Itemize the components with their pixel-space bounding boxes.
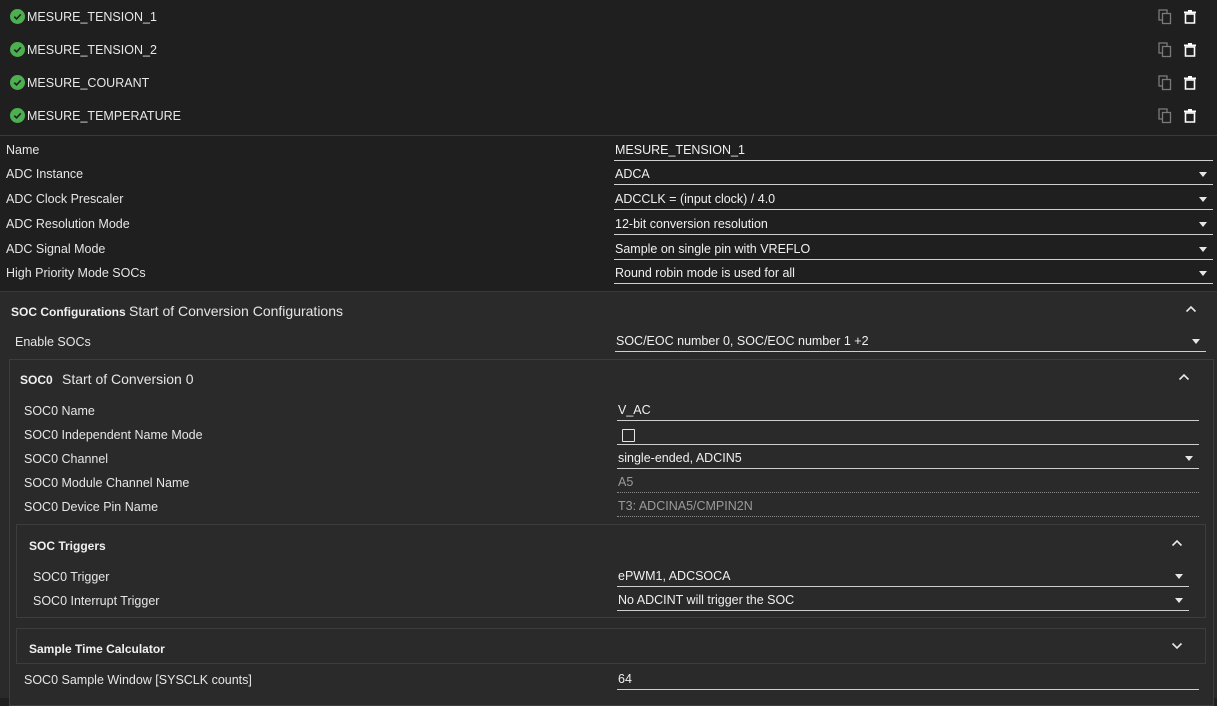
soc0-pin-label: SOC0 Device Pin Name [24, 500, 159, 514]
dropdown-caret-icon [1199, 172, 1207, 177]
dropdown-caret-icon [1199, 222, 1207, 227]
field-value: A5 [618, 475, 634, 489]
field-value: T3: ADCINA5/CMPIN2N [618, 499, 753, 513]
list-item-label: MESURE_TEMPERATURE [27, 108, 181, 123]
soc0-name-input[interactable]: V_AC [617, 401, 1199, 421]
field-value: ePWM1, ADCSOCA [618, 569, 731, 583]
adc-module-list: MESURE_TENSION_1 MESURE_TENSION_2 MESURE… [0, 0, 1217, 136]
prop-row-resolution-mode: ADC Resolution Mode 12-bit conversion re… [0, 212, 1217, 237]
list-item[interactable]: MESURE_TEMPERATURE [0, 99, 1217, 132]
check-circle-icon [10, 108, 25, 123]
soc0-panel: SOC0 Start of Conversion 0 SOC0 Name V_A… [9, 359, 1214, 706]
prop-label: ADC Clock Prescaler [6, 192, 124, 206]
priority-mode-select[interactable]: Round robin mode is used for all [614, 264, 1213, 284]
soc0-independent-label: SOC0 Independent Name Mode [24, 428, 203, 442]
dropdown-caret-icon [1175, 574, 1183, 579]
prop-value: Sample on single pin with VREFLO [615, 242, 811, 256]
dropdown-caret-icon [1199, 271, 1207, 276]
soc0-name-label: SOC0 Name [24, 404, 95, 418]
trash-icon[interactable] [1184, 108, 1196, 123]
section-title: SOC0 [20, 373, 53, 387]
prop-value: Round robin mode is used for all [615, 266, 795, 280]
soc-config-header[interactable]: SOC Configurations Start of Conversion C… [0, 292, 1217, 330]
trash-icon[interactable] [1184, 75, 1196, 90]
enable-socs-select[interactable]: SOC/EOC number 0, SOC/EOC number 1 +2 [615, 332, 1206, 352]
copy-icon[interactable] [1158, 107, 1172, 124]
resolution-mode-select[interactable]: 12-bit conversion resolution [614, 215, 1213, 235]
check-circle-icon [10, 42, 25, 57]
list-item-label: MESURE_TENSION_1 [27, 9, 157, 24]
prop-value: MESURE_TENSION_1 [615, 143, 745, 157]
soc0-interrupt-label: SOC0 Interrupt Trigger [33, 594, 160, 608]
field-value: single-ended, ADCIN5 [618, 451, 742, 465]
clock-prescaler-select[interactable]: ADCCLK = (input clock) / 4.0 [614, 190, 1213, 210]
adc-instance-select[interactable]: ADCA [614, 165, 1213, 185]
prop-row-adc-instance: ADC Instance ADCA [0, 162, 1217, 187]
prop-label: ADC Resolution Mode [6, 217, 130, 231]
list-item-label: MESURE_COURANT [27, 75, 150, 90]
chevron-up-icon[interactable] [1185, 305, 1197, 313]
sample-window-input[interactable]: 64 [617, 670, 1199, 690]
prop-value: 12-bit conversion resolution [615, 217, 768, 231]
prop-label: ADC Instance [6, 167, 84, 181]
prop-label: Name [6, 143, 40, 157]
prop-value: ADCA [615, 167, 650, 181]
sample-time-calculator-panel[interactable]: Sample Time Calculator [16, 628, 1206, 664]
prop-row-name: Name MESURE_TENSION_1 [0, 138, 1217, 163]
soc0-channel-select[interactable]: single-ended, ADCIN5 [617, 449, 1199, 469]
trash-icon[interactable] [1184, 9, 1196, 24]
copy-icon[interactable] [1158, 8, 1172, 25]
chevron-up-icon[interactable] [1171, 539, 1183, 547]
signal-mode-select[interactable]: Sample on single pin with VREFLO [614, 240, 1213, 260]
copy-icon[interactable] [1158, 74, 1172, 91]
dropdown-caret-icon [1185, 456, 1193, 461]
soc-triggers-header[interactable]: SOC Triggers [17, 525, 1205, 561]
independent-name-checkbox[interactable] [622, 429, 635, 442]
chevron-down-icon[interactable] [1171, 642, 1183, 650]
name-input[interactable]: MESURE_TENSION_1 [614, 141, 1213, 161]
enable-socs-label: Enable SOCs [15, 335, 91, 349]
adc-properties: Name MESURE_TENSION_1 ADC Instance ADCA … [0, 136, 1217, 290]
soc0-independent-field [617, 425, 1199, 445]
list-item[interactable]: MESURE_COURANT [0, 66, 1217, 99]
dropdown-caret-icon [1175, 598, 1183, 603]
prop-label: ADC Signal Mode [6, 242, 106, 256]
prop-row-signal-mode: ADC Signal Mode Sample on single pin wit… [0, 237, 1217, 262]
section-description: Start of Conversion 0 [62, 371, 194, 387]
soc0-module-field: A5 [617, 473, 1199, 493]
prop-row-priority-mode: High Priority Mode SOCs Round robin mode… [0, 261, 1217, 286]
soc0-header[interactable]: SOC0 Start of Conversion 0 [10, 360, 1213, 396]
section-description: Start of Conversion Configurations [129, 303, 343, 319]
chevron-up-icon[interactable] [1178, 373, 1190, 381]
dropdown-caret-icon [1199, 197, 1207, 202]
soc0-channel-label: SOC0 Channel [24, 452, 109, 466]
field-value: No ADCINT will trigger the SOC [618, 593, 795, 607]
section-title: SOC Configurations [11, 305, 126, 319]
field-value: SOC/EOC number 0, SOC/EOC number 1 +2 [616, 334, 869, 348]
copy-icon[interactable] [1158, 41, 1172, 58]
soc0-interrupt-select[interactable]: No ADCINT will trigger the SOC [617, 591, 1189, 611]
list-item[interactable]: MESURE_TENSION_2 [0, 33, 1217, 66]
dropdown-caret-icon [1199, 247, 1207, 252]
prop-value: ADCCLK = (input clock) / 4.0 [615, 192, 776, 206]
field-value: 64 [618, 672, 632, 686]
section-title: Sample Time Calculator [29, 642, 165, 656]
check-circle-icon [10, 75, 25, 90]
soc0-module-label: SOC0 Module Channel Name [24, 476, 190, 490]
prop-label: High Priority Mode SOCs [6, 266, 146, 280]
section-title: SOC Triggers [29, 539, 106, 553]
list-item[interactable]: MESURE_TENSION_1 [0, 0, 1217, 33]
soc0-trigger-label: SOC0 Trigger [33, 570, 110, 584]
prop-row-clock-prescaler: ADC Clock Prescaler ADCCLK = (input cloc… [0, 187, 1217, 212]
soc-configurations-section: SOC Configurations Start of Conversion C… [0, 291, 1217, 706]
field-value: V_AC [618, 403, 651, 417]
soc0-trigger-select[interactable]: ePWM1, ADCSOCA [617, 567, 1189, 587]
list-item-label: MESURE_TENSION_2 [27, 42, 157, 57]
check-circle-icon [10, 9, 25, 24]
trash-icon[interactable] [1184, 42, 1196, 57]
dropdown-caret-icon [1192, 339, 1200, 344]
sample-window-label: SOC0 Sample Window [SYSCLK counts] [24, 673, 252, 687]
soc0-pin-field: T3: ADCINA5/CMPIN2N [617, 497, 1199, 517]
soc-triggers-panel: SOC Triggers SOC0 Trigger ePWM1, ADCSOCA… [16, 524, 1206, 618]
